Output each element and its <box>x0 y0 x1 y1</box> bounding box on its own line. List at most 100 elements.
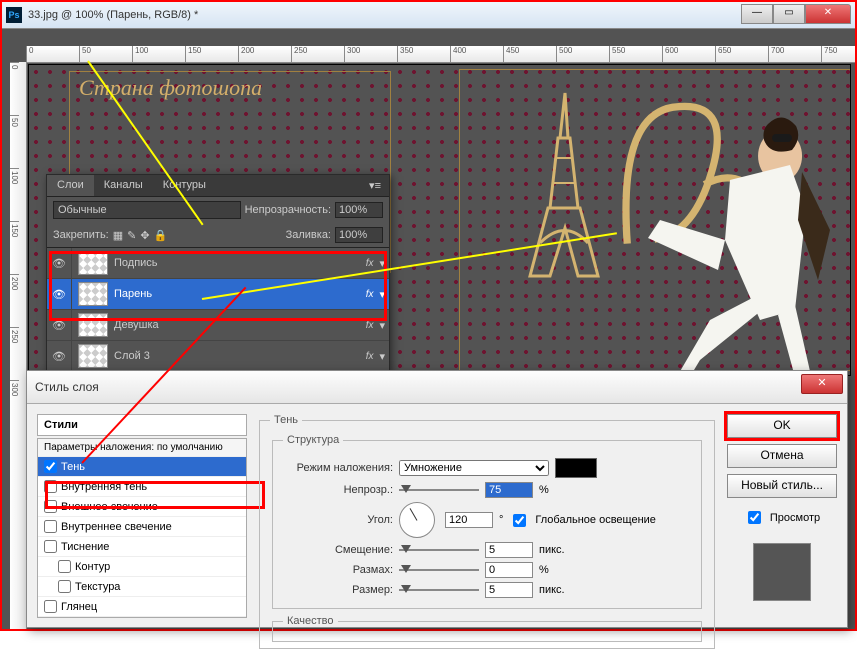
effect-satin[interactable]: Глянец <box>38 597 246 617</box>
effect-label: Внешнее свечение <box>61 501 158 513</box>
effect-label: Внутренняя тень <box>61 481 147 493</box>
eye-icon[interactable]: 👁 <box>47 341 72 371</box>
minimize-button[interactable]: — <box>741 4 773 24</box>
ps-icon: Ps <box>6 7 22 23</box>
blend-mode-label: Режим наложения: <box>283 462 393 474</box>
styles-header[interactable]: Стили <box>37 414 247 436</box>
chevron-down-icon[interactable]: ▾ <box>379 257 385 270</box>
lock-transparent-icon[interactable]: ▦ <box>113 229 123 242</box>
ok-button[interactable]: OK <box>727 414 837 438</box>
preview-swatch <box>753 543 811 601</box>
chevron-down-icon[interactable]: ▾ <box>379 288 385 301</box>
cancel-button[interactable]: Отмена <box>727 444 837 468</box>
eye-icon[interactable]: 👁 <box>47 279 72 309</box>
spread-value[interactable]: 0 <box>485 562 533 578</box>
eye-icon[interactable]: 👁 <box>47 248 72 278</box>
new-style-button[interactable]: Новый стиль... <box>727 474 837 498</box>
eye-icon[interactable]: 👁 <box>47 310 72 340</box>
dialog-close-button[interactable]: ✕ <box>801 374 843 394</box>
maximize-button[interactable]: ▭ <box>773 4 805 24</box>
preview-checkbox[interactable] <box>748 511 761 524</box>
size-slider[interactable] <box>399 583 479 597</box>
effect-checkbox[interactable] <box>58 580 71 593</box>
shadow-group: Тень Структура Режим наложения: Умножени… <box>259 414 715 649</box>
effect-drop-shadow[interactable]: Тень <box>38 457 246 477</box>
layer-thumb[interactable] <box>78 344 108 368</box>
global-light-checkbox[interactable] <box>513 514 526 527</box>
dialog-title: Стиль слоя <box>27 371 847 404</box>
lock-move-icon[interactable]: ✥ <box>140 229 149 242</box>
effect-bevel[interactable]: Тиснение <box>38 537 246 557</box>
structure-legend: Структура <box>283 434 343 446</box>
angle-dial[interactable] <box>399 502 435 538</box>
window-title: 33.jpg @ 100% (Парень, RGB/8) * <box>28 9 198 21</box>
tab-channels[interactable]: Каналы <box>94 175 153 196</box>
effect-label: Тень <box>61 461 85 473</box>
effect-checkbox[interactable] <box>44 520 57 533</box>
opacity-field[interactable]: 100% <box>335 202 383 218</box>
blend-mode-select[interactable]: Обычные <box>53 201 241 219</box>
distance-slider[interactable] <box>399 543 479 557</box>
tab-paths[interactable]: Контуры <box>153 175 216 196</box>
quality-legend: Качество <box>283 615 338 627</box>
angle-label: Угол: <box>283 514 393 526</box>
effect-outer-glow[interactable]: Внешнее свечение <box>38 497 246 517</box>
layer-list: 👁 Подпись fx ▾ 👁 Парень fx ▾ 👁 Девушка fx ▾… <box>47 247 389 372</box>
unit-label: % <box>539 564 549 576</box>
fx-indicator[interactable]: fx <box>366 258 374 269</box>
effect-contour[interactable]: Контур <box>38 557 246 577</box>
layer-name[interactable]: Слой 3 <box>114 350 366 362</box>
canvas-text-strana: Страна фотошопа <box>79 75 389 135</box>
effect-checkbox[interactable] <box>44 500 57 513</box>
effect-checkbox[interactable] <box>58 560 71 573</box>
lock-all-icon[interactable]: 🔒 <box>154 229 168 242</box>
ruler-vertical: 050100150200250300 <box>10 62 27 629</box>
size-value[interactable]: 5 <box>485 582 533 598</box>
effect-checkbox[interactable] <box>44 480 57 493</box>
distance-value[interactable]: 5 <box>485 542 533 558</box>
close-button[interactable]: ✕ <box>805 4 851 24</box>
ruler-horizontal: 0501001502002503003504004505005506006507… <box>26 46 855 63</box>
blending-defaults[interactable]: Параметры наложения: по умолчанию <box>38 439 246 457</box>
blend-mode-select[interactable]: Умножение <box>399 460 549 476</box>
layer-thumb[interactable] <box>78 313 108 337</box>
layer-row[interactable]: 👁 Подпись fx ▾ <box>47 248 389 279</box>
man-figure <box>630 110 850 376</box>
chevron-down-icon[interactable]: ▾ <box>379 350 385 363</box>
panel-menu-icon[interactable]: ▾≡ <box>361 175 389 196</box>
fx-indicator[interactable]: fx <box>366 351 374 362</box>
layer-name[interactable]: Подпись <box>114 257 366 269</box>
effect-inner-glow[interactable]: Внутреннее свечение <box>38 517 246 537</box>
opacity-value[interactable]: 75 <box>485 482 533 498</box>
effect-checkbox[interactable] <box>44 460 57 473</box>
fx-indicator[interactable]: fx <box>366 320 374 331</box>
preview-label: Просмотр <box>770 512 820 524</box>
layer-name[interactable]: Парень <box>114 288 366 300</box>
effect-texture[interactable]: Текстура <box>38 577 246 597</box>
chevron-down-icon[interactable]: ▾ <box>379 319 385 332</box>
angle-value[interactable]: 120 <box>445 512 493 528</box>
layer-row[interactable]: 👁 Парень fx ▾ <box>47 279 389 310</box>
effect-label: Тиснение <box>61 541 109 553</box>
layer-name[interactable]: Девушка <box>114 319 366 331</box>
spread-label: Размах: <box>283 564 393 576</box>
effect-inner-shadow[interactable]: Внутренняя тень <box>38 477 246 497</box>
distance-label: Смещение: <box>283 544 393 556</box>
layer-row[interactable]: 👁 Слой 3 fx ▾ <box>47 341 389 372</box>
effect-label: Внутреннее свечение <box>61 521 172 533</box>
unit-label: % <box>539 484 549 496</box>
fill-field[interactable]: 100% <box>335 227 383 243</box>
spread-slider[interactable] <box>399 563 479 577</box>
shadow-color-swatch[interactable] <box>555 458 597 478</box>
lock-brush-icon[interactable]: ✎ <box>127 229 136 242</box>
layer-row[interactable]: 👁 Девушка fx ▾ <box>47 310 389 341</box>
layer-thumb[interactable] <box>78 282 108 306</box>
window-titlebar: Ps 33.jpg @ 100% (Парень, RGB/8) * — ▭ ✕ <box>2 2 855 29</box>
layer-thumb[interactable] <box>78 251 108 275</box>
quality-group: Качество <box>272 615 702 642</box>
effect-checkbox[interactable] <box>44 540 57 553</box>
opacity-slider[interactable] <box>399 483 479 497</box>
effect-checkbox[interactable] <box>44 600 57 613</box>
tab-layers[interactable]: Слои <box>47 175 94 196</box>
fx-indicator[interactable]: fx <box>366 289 374 300</box>
